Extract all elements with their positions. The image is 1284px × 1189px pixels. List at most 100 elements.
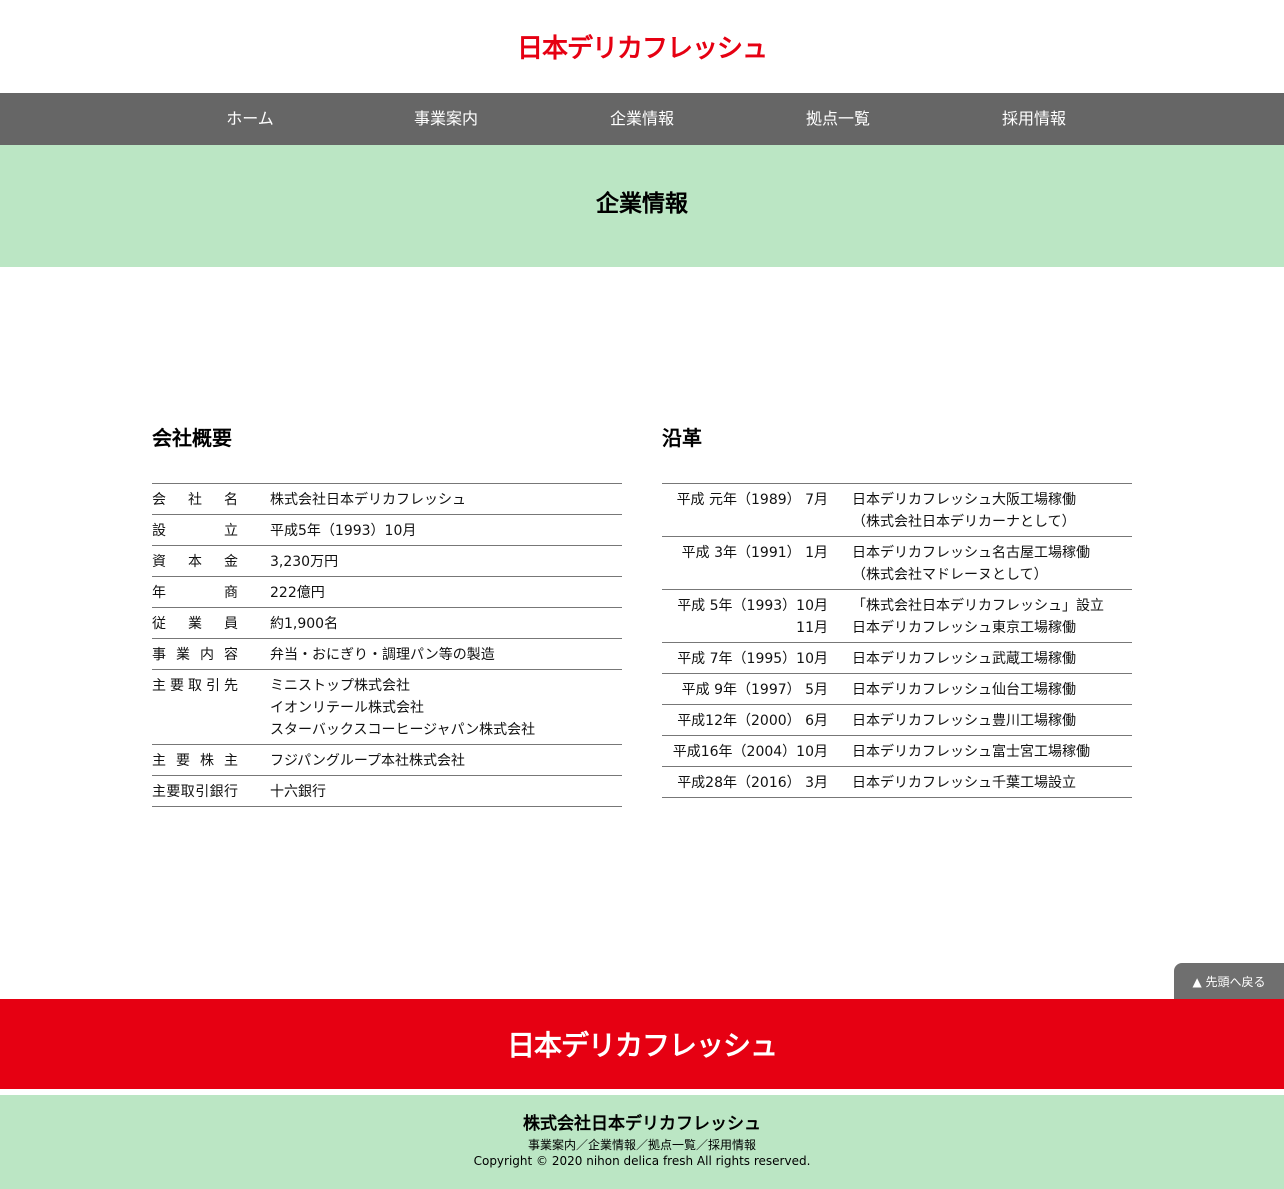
history-date-line: 11月 (796, 620, 828, 636)
page-title: 企業情報 (596, 191, 688, 217)
history-date-line: 平成 3年（1991） 1月 (681, 545, 828, 561)
footer-copyright: Copyright © 2020 nihon delica fresh All … (473, 1154, 811, 1168)
history-event: 日本デリカフレッシュ仙台工場稼働 (852, 679, 1132, 701)
nav-item-company[interactable]: 企業情報 (544, 93, 740, 145)
table-row: 平成 7年（1995）10月 日本デリカフレッシュ武蔵工場稼働 (662, 643, 1132, 674)
table-row: 事業内容 弁当・おにぎり・調理パン等の製造 (152, 639, 622, 670)
overview-value: 約1,900名 (270, 613, 622, 635)
history-date: 平成 5年（1993）10月 11月 (662, 595, 828, 639)
table-row: 設立 平成5年（1993）10月 (152, 515, 622, 546)
history-date: 平成 3年（1991） 1月 (662, 542, 828, 586)
history-date: 平成12年（2000） 6月 (662, 710, 828, 732)
table-row: 平成16年（2004）10月 日本デリカフレッシュ富士宮工場稼働 (662, 736, 1132, 767)
history-event-line: （株式会社日本デリカーナとして） (852, 514, 1076, 530)
history-event-line: 日本デリカフレッシュ武蔵工場稼働 (852, 651, 1076, 667)
company-history-table: 平成 元年（1989） 7月 日本デリカフレッシュ大阪工場稼働 （株式会社日本デリカ… (662, 483, 1132, 798)
overview-label: 事業内容 (152, 647, 238, 663)
overview-value: 平成5年（1993）10月 (270, 520, 622, 542)
history-event: 日本デリカフレッシュ豊川工場稼働 (852, 710, 1132, 732)
nav-item-home[interactable]: ホーム (152, 93, 348, 145)
footer-link-business[interactable]: 事業案内 (528, 1138, 576, 1152)
nav-item-locations[interactable]: 拠点一覧 (740, 93, 936, 145)
history-date: 平成 9年（1997） 5月 (662, 679, 828, 701)
history-event-line: 日本デリカフレッシュ豊川工場稼働 (852, 713, 1076, 729)
overview-label: 資本金 (152, 554, 238, 570)
history-event-line: 日本デリカフレッシュ富士宮工場稼働 (852, 744, 1090, 760)
overview-title: 会社概要 (152, 426, 232, 450)
history-event: 日本デリカフレッシュ富士宮工場稼働 (852, 741, 1132, 763)
overview-value: 222億円 (270, 582, 622, 604)
history-event: 日本デリカフレッシュ武蔵工場稼働 (852, 648, 1132, 670)
history-date-line: 平成 9年（1997） 5月 (681, 682, 828, 698)
footer-company-name: 株式会社日本デリカフレッシュ (523, 1114, 761, 1134)
overview-value-line: フジパングループ本社株式会社 (270, 753, 466, 769)
main-nav: ホーム 事業案内 企業情報 拠点一覧 採用情報 (0, 93, 1284, 145)
overview-value: ミニストップ株式会社 イオンリテール株式会社 スターバックスコーヒージャパン株式会社 (270, 675, 622, 741)
overview-label: 主要株主 (152, 753, 238, 769)
table-row: 年商 222億円 (152, 577, 622, 608)
history-title: 沿革 (662, 426, 702, 450)
footer-link-separator: ／ (575, 1138, 588, 1152)
table-row: 主要取引先 ミニストップ株式会社 イオンリテール株式会社 スターバックスコーヒージャパ… (152, 670, 622, 745)
history-event-line: 日本デリカフレッシュ東京工場稼働 (852, 620, 1076, 636)
table-row: 平成12年（2000） 6月 日本デリカフレッシュ豊川工場稼働 (662, 705, 1132, 736)
table-row: 平成 元年（1989） 7月 日本デリカフレッシュ大阪工場稼働 （株式会社日本デリカ… (662, 484, 1132, 537)
footer-link-company[interactable]: 企業情報 (588, 1138, 636, 1152)
table-row: 平成 9年（1997） 5月 日本デリカフレッシュ仙台工場稼働 (662, 674, 1132, 705)
history-date-line: 平成 元年（1989） 7月 (676, 492, 828, 508)
history-date: 平成 7年（1995）10月 (662, 648, 828, 670)
overview-value: 3,230万円 (270, 551, 622, 573)
overview-label: 設立 (152, 523, 238, 539)
table-row: 主要株主 フジパングループ本社株式会社 (152, 745, 622, 776)
footer-link-separator: ／ (696, 1138, 709, 1152)
overview-value: 十六銀行 (270, 781, 622, 803)
footer-logo-band: 日本デリカフレッシュ (0, 999, 1284, 1089)
footer-links: 事業案内／企業情報／拠点一覧／採用情報 (0, 1136, 1284, 1153)
history-event-line: （株式会社マドレーヌとして） (852, 567, 1048, 583)
overview-value-line: 株式会社日本デリカフレッシュ (270, 492, 466, 508)
nav-item-business[interactable]: 事業案内 (348, 93, 544, 145)
history-date-line: 平成12年（2000） 6月 (677, 713, 828, 729)
overview-value-line: 平成5年（1993）10月 (270, 523, 417, 539)
footer-info: 株式会社日本デリカフレッシュ 事業案内／企業情報／拠点一覧／採用情報 Copyr… (0, 1095, 1284, 1189)
overview-value-line: イオンリテール株式会社 (270, 700, 424, 716)
table-row: 平成 5年（1993）10月 11月 「株式会社日本デリカフレッシュ」設立 日本デリカ… (662, 590, 1132, 643)
history-event: 「株式会社日本デリカフレッシュ」設立 日本デリカフレッシュ東京工場稼働 (852, 595, 1132, 639)
site-header: 日本デリカフレッシュ (0, 0, 1284, 93)
history-date-line: 平成16年（2004）10月 (672, 744, 828, 760)
site-logo[interactable]: 日本デリカフレッシュ (517, 28, 768, 65)
history-event: 日本デリカフレッシュ千葉工場設立 (852, 772, 1132, 794)
history-event: 日本デリカフレッシュ大阪工場稼働 （株式会社日本デリカーナとして） (852, 489, 1132, 533)
overview-value: 株式会社日本デリカフレッシュ (270, 489, 622, 511)
footer-link-recruit[interactable]: 採用情報 (708, 1138, 756, 1152)
history-event-line: 日本デリカフレッシュ仙台工場稼働 (852, 682, 1076, 698)
back-to-top-button[interactable]: ▲ 先頭へ戻る (1174, 963, 1284, 999)
company-overview-table: 会社名 株式会社日本デリカフレッシュ設立 平成5年（1993）10月資本金 3,230… (152, 483, 622, 807)
table-row: 平成 3年（1991） 1月 日本デリカフレッシュ名古屋工場稼働 （株式会社マドレー… (662, 537, 1132, 590)
table-row: 会社名 株式会社日本デリカフレッシュ (152, 484, 622, 515)
table-row: 主要取引銀行 十六銀行 (152, 776, 622, 807)
footer-logo[interactable]: 日本デリカフレッシュ (507, 1024, 778, 1064)
overview-value-line: 弁当・おにぎり・調理パン等の製造 (270, 647, 495, 663)
footer-link-separator: ／ (635, 1138, 648, 1152)
history-date-line: 平成 5年（1993）10月 (677, 598, 828, 614)
history-date: 平成28年（2016） 3月 (662, 772, 828, 794)
page-hero: 企業情報 (0, 145, 1284, 267)
history-date: 平成 元年（1989） 7月 (662, 489, 828, 533)
overview-value-line: 3,230万円 (270, 554, 339, 570)
history-date-line: 平成 7年（1995）10月 (677, 651, 828, 667)
overview-value-line: 222億円 (270, 585, 325, 601)
overview-label: 会社名 (152, 492, 238, 508)
footer-link-locations[interactable]: 拠点一覧 (648, 1138, 696, 1152)
nav-item-recruit[interactable]: 採用情報 (936, 93, 1132, 145)
history-date: 平成16年（2004）10月 (662, 741, 828, 763)
history-date-line: 平成28年（2016） 3月 (677, 775, 828, 791)
history-event-line: 日本デリカフレッシュ名古屋工場稼働 (852, 545, 1090, 561)
history-event-line: 日本デリカフレッシュ千葉工場設立 (852, 775, 1076, 791)
overview-label: 主要取引銀行 (152, 784, 238, 800)
history-event-line: 日本デリカフレッシュ大阪工場稼働 (852, 492, 1076, 508)
table-row: 平成28年（2016） 3月 日本デリカフレッシュ千葉工場設立 (662, 767, 1132, 798)
overview-value: フジパングループ本社株式会社 (270, 750, 622, 772)
table-row: 資本金 3,230万円 (152, 546, 622, 577)
history-event-line: 「株式会社日本デリカフレッシュ」設立 (852, 598, 1104, 614)
